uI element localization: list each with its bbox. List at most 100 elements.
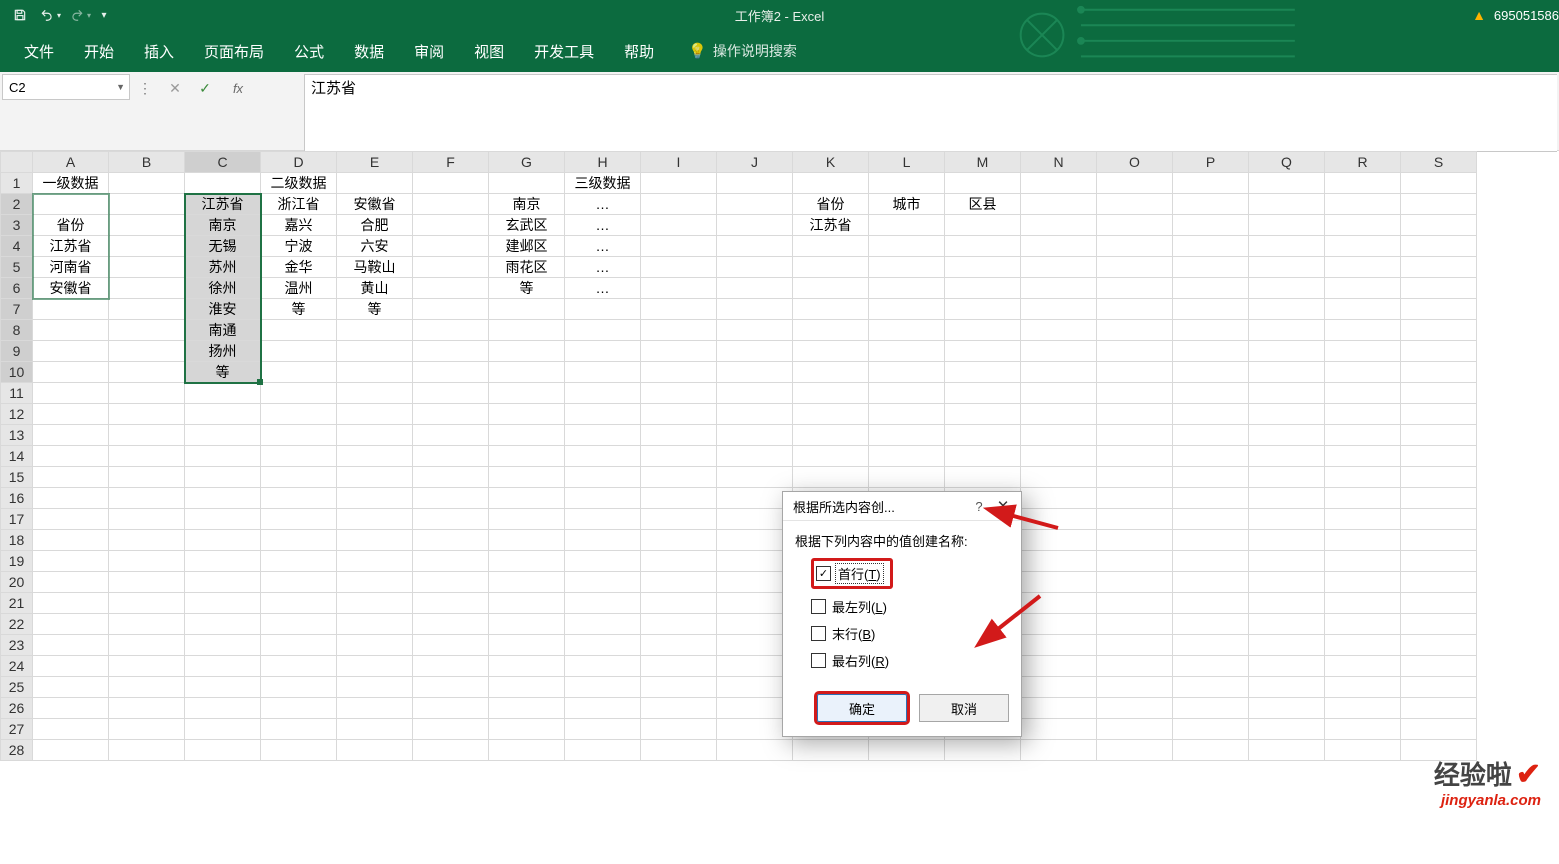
cell[interactable] <box>109 236 185 257</box>
cell[interactable] <box>413 509 489 530</box>
cell[interactable] <box>109 656 185 677</box>
cell[interactable] <box>641 677 717 698</box>
cell[interactable] <box>1097 551 1173 572</box>
cell[interactable] <box>261 446 337 467</box>
option-bottom-row[interactable]: 末行(B) <box>832 624 875 643</box>
cell[interactable] <box>1401 530 1477 551</box>
cell[interactable] <box>1401 677 1477 698</box>
cell[interactable] <box>489 446 565 467</box>
help-icon[interactable]: ? <box>967 499 991 514</box>
cell[interactable] <box>793 425 869 446</box>
cell[interactable] <box>1325 509 1401 530</box>
cell[interactable] <box>109 173 185 194</box>
row-header[interactable]: 1 <box>1 173 33 194</box>
cell[interactable] <box>1021 215 1097 236</box>
cell[interactable] <box>261 530 337 551</box>
cell[interactable] <box>1173 425 1249 446</box>
cell[interactable] <box>717 341 793 362</box>
cell[interactable] <box>1097 698 1173 719</box>
cell[interactable] <box>261 656 337 677</box>
cell[interactable] <box>641 656 717 677</box>
column-header[interactable]: K <box>793 152 869 173</box>
cell[interactable] <box>109 467 185 488</box>
row-header[interactable]: 5 <box>1 257 33 278</box>
cell[interactable] <box>1249 677 1325 698</box>
cell[interactable]: 省份 <box>33 215 109 236</box>
cell[interactable] <box>1249 236 1325 257</box>
cell[interactable] <box>261 677 337 698</box>
cell[interactable] <box>413 488 489 509</box>
cell[interactable] <box>793 320 869 341</box>
cell[interactable] <box>1021 173 1097 194</box>
cell[interactable] <box>33 404 109 425</box>
cell[interactable] <box>33 509 109 530</box>
cell[interactable] <box>1325 530 1401 551</box>
cell[interactable] <box>1249 656 1325 677</box>
cell[interactable] <box>1401 173 1477 194</box>
cell[interactable] <box>1325 614 1401 635</box>
cell[interactable] <box>1401 236 1477 257</box>
cell[interactable] <box>869 446 945 467</box>
cell[interactable] <box>1021 341 1097 362</box>
cell[interactable] <box>565 320 641 341</box>
cancel-button[interactable]: 取消 <box>919 694 1009 722</box>
spreadsheet-grid[interactable]: ABCDEFGHIJKLMNOPQRS1一级数据二级数据三级数据2江苏省浙江省安… <box>0 151 1559 864</box>
cell[interactable] <box>109 404 185 425</box>
cell[interactable] <box>717 257 793 278</box>
cell[interactable] <box>1325 257 1401 278</box>
cell[interactable] <box>1173 635 1249 656</box>
cell[interactable] <box>641 278 717 299</box>
cell[interactable]: 浙江省 <box>261 194 337 215</box>
cell[interactable] <box>1325 467 1401 488</box>
cell[interactable] <box>1401 257 1477 278</box>
ok-button[interactable]: 确定 <box>817 694 907 722</box>
cell[interactable] <box>109 278 185 299</box>
cell[interactable] <box>945 740 1021 761</box>
cell[interactable] <box>1249 467 1325 488</box>
column-header[interactable]: J <box>717 152 793 173</box>
row-header[interactable]: 7 <box>1 299 33 320</box>
cell[interactable] <box>33 425 109 446</box>
column-header[interactable]: P <box>1173 152 1249 173</box>
cell[interactable] <box>793 278 869 299</box>
cell[interactable] <box>945 320 1021 341</box>
row-header[interactable]: 18 <box>1 530 33 551</box>
cell[interactable] <box>945 341 1021 362</box>
option-left-col[interactable]: 最左列(L) <box>832 597 887 616</box>
cell[interactable]: 苏州 <box>185 257 261 278</box>
cell[interactable] <box>109 572 185 593</box>
row-header[interactable]: 19 <box>1 551 33 572</box>
cell[interactable] <box>1021 593 1097 614</box>
cell[interactable] <box>1325 677 1401 698</box>
cell[interactable]: 河南省 <box>33 257 109 278</box>
option-top-row[interactable]: 首行(T) <box>835 563 884 584</box>
cell[interactable] <box>565 530 641 551</box>
chevron-down-icon[interactable]: ▼ <box>116 82 125 92</box>
cell[interactable] <box>489 677 565 698</box>
cell[interactable] <box>1097 341 1173 362</box>
cell[interactable] <box>33 320 109 341</box>
cell[interactable] <box>109 299 185 320</box>
cell[interactable] <box>109 635 185 656</box>
cell[interactable] <box>1401 614 1477 635</box>
cell[interactable] <box>717 320 793 341</box>
cell[interactable] <box>717 236 793 257</box>
cell[interactable] <box>1173 446 1249 467</box>
cell[interactable] <box>1249 194 1325 215</box>
cell[interactable] <box>337 341 413 362</box>
cell[interactable] <box>1021 677 1097 698</box>
cell[interactable] <box>1401 656 1477 677</box>
cell[interactable] <box>1021 383 1097 404</box>
cell[interactable] <box>109 698 185 719</box>
cell[interactable] <box>337 383 413 404</box>
cell[interactable] <box>945 404 1021 425</box>
cell[interactable] <box>1249 173 1325 194</box>
cell[interactable] <box>1325 698 1401 719</box>
cell[interactable] <box>185 467 261 488</box>
cell[interactable] <box>1097 236 1173 257</box>
cell[interactable] <box>489 467 565 488</box>
cell[interactable] <box>793 299 869 320</box>
cell[interactable] <box>413 404 489 425</box>
cell[interactable] <box>869 425 945 446</box>
cell[interactable]: 合肥 <box>337 215 413 236</box>
